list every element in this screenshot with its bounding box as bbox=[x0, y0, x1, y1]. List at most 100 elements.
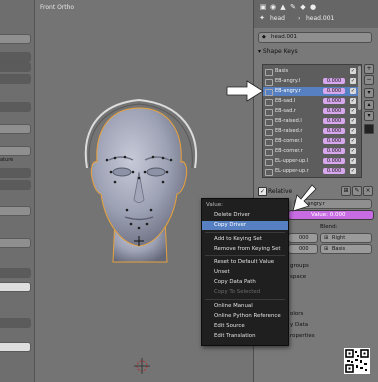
tool-field[interactable] bbox=[0, 52, 31, 62]
tool-field[interactable] bbox=[0, 62, 31, 72]
tool-field[interactable] bbox=[0, 206, 31, 216]
shape-key-name: EB-raised.r bbox=[275, 128, 303, 134]
tool-field[interactable] bbox=[0, 318, 31, 328]
menu-item[interactable]: Add to Keying Set bbox=[202, 235, 288, 244]
tool-field[interactable] bbox=[0, 74, 31, 84]
shape-key-value-field[interactable]: 0.000 bbox=[323, 108, 345, 114]
shape-key-row[interactable]: EB-angry.r 0.000 ✓ bbox=[263, 87, 361, 96]
clear-weights-button[interactable]: × bbox=[363, 186, 373, 196]
shape-key-value-field[interactable]: 0.000 bbox=[323, 158, 345, 164]
panel-label[interactable]: groups bbox=[290, 263, 309, 269]
shape-key-row[interactable]: EB-sad.l 0.000 ✓ bbox=[263, 97, 361, 106]
panel-label[interactable]: space bbox=[290, 274, 306, 280]
mute-checkbox[interactable]: ✓ bbox=[350, 68, 356, 74]
relative-key-field[interactable]: ⊞ Basis bbox=[320, 244, 372, 254]
shape-keys-header[interactable]: ▾ Shape Keys bbox=[258, 48, 298, 55]
tool-label: ature bbox=[0, 157, 14, 163]
menu-item: Copy To Selected bbox=[202, 288, 288, 297]
menu-item[interactable]: Copy Data Path bbox=[202, 278, 288, 287]
mute-checkbox[interactable]: ✓ bbox=[350, 158, 356, 164]
mute-checkbox[interactable]: ✓ bbox=[350, 78, 356, 84]
tool-field[interactable] bbox=[0, 342, 31, 352]
shape-key-value-field[interactable]: 0.000 bbox=[323, 168, 345, 174]
panel-label[interactable]: olors bbox=[290, 311, 303, 317]
panel-label[interactable]: roperties bbox=[290, 333, 315, 339]
remove-shape-key-button[interactable]: − bbox=[364, 75, 374, 85]
tool-field[interactable] bbox=[0, 124, 31, 134]
menu-item[interactable]: Remove from Keying Set bbox=[202, 245, 288, 254]
range-min-field[interactable]: 000 bbox=[288, 233, 318, 243]
world-icon[interactable]: ◉ bbox=[269, 3, 277, 11]
shape-key-value-field[interactable]: 0.000 bbox=[323, 118, 345, 124]
shape-keys-list[interactable]: Basis ✓ EB-angry.l 0.000 ✓ EB-angry.r 0.000 ✓ EB… bbox=[262, 64, 362, 178]
move-down-button[interactable]: ▾ bbox=[364, 111, 374, 121]
mute-checkbox[interactable]: ✓ bbox=[350, 98, 356, 104]
tool-field[interactable] bbox=[0, 168, 31, 178]
mute-checkbox[interactable]: ✓ bbox=[350, 148, 356, 154]
menu-item-label: Copy Data Path bbox=[214, 279, 256, 285]
shape-key-row[interactable]: EB-raised.r 0.000 ✓ bbox=[263, 127, 361, 136]
range-max-field[interactable]: 000 bbox=[288, 244, 318, 254]
shape-key-row[interactable]: EL-upper-up.r 0.000 ✓ bbox=[263, 167, 361, 176]
shape-key-name: EB-angry.r bbox=[275, 88, 301, 94]
tool-field[interactable] bbox=[0, 238, 31, 248]
shape-key-row[interactable]: EB-corner.r 0.000 ✓ bbox=[263, 147, 361, 156]
shape-key-row[interactable]: EL-upper-up.l 0.000 ✓ bbox=[263, 157, 361, 166]
range-max-value: 000 bbox=[299, 246, 309, 252]
shape-key-row[interactable]: EB-angry.l 0.000 ✓ bbox=[263, 77, 361, 86]
shape-key-row[interactable]: Basis ✓ bbox=[263, 67, 361, 76]
move-up-button[interactable]: ▴ bbox=[364, 100, 374, 110]
menu-item[interactable]: Copy Driver bbox=[202, 221, 288, 230]
tool-field[interactable] bbox=[0, 282, 31, 292]
mute-checkbox[interactable]: ✓ bbox=[350, 118, 356, 124]
mute-checkbox[interactable]: ✓ bbox=[350, 128, 356, 134]
menu-item[interactable]: Edit Source bbox=[202, 322, 288, 331]
pin-shape-key-toggle[interactable] bbox=[364, 124, 374, 134]
breadcrumb-object: head bbox=[270, 15, 285, 22]
panel-label[interactable]: y Data bbox=[290, 322, 308, 328]
menu-item[interactable]: Unset bbox=[202, 268, 288, 277]
shape-key-row[interactable]: EB-sad.r 0.000 ✓ bbox=[263, 107, 361, 116]
mesh-data-icon[interactable]: ◆ bbox=[299, 3, 307, 11]
shape-key-row[interactable]: EB-corner.l 0.000 ✓ bbox=[263, 137, 361, 146]
tool-field[interactable] bbox=[0, 102, 31, 112]
camera-icon[interactable]: ▣ bbox=[259, 3, 267, 11]
menu-item[interactable]: Online Python Reference bbox=[202, 312, 288, 321]
menu-item[interactable]: Online Manual bbox=[202, 302, 288, 311]
tool-field[interactable] bbox=[0, 180, 31, 190]
edit-mode-toggle[interactable]: ✎ bbox=[352, 186, 362, 196]
mute-checkbox[interactable]: ✓ bbox=[350, 138, 356, 144]
mesh-datablock-selector[interactable]: ◆ head.001 bbox=[258, 32, 372, 43]
add-shape-key-button[interactable]: + bbox=[364, 64, 374, 74]
relative-checkbox[interactable]: ✓ bbox=[258, 187, 267, 196]
material-icon[interactable]: ● bbox=[309, 3, 317, 11]
pin-icon[interactable]: ✦ bbox=[258, 14, 266, 22]
menu-item[interactable]: Delete Driver bbox=[202, 211, 288, 220]
shape-key-value-field[interactable]: 0.000 bbox=[323, 128, 345, 134]
vertex-group-field[interactable]: ⊞ Right bbox=[320, 233, 372, 243]
list-scrollbar[interactable] bbox=[358, 66, 361, 110]
shape-lock-toggle[interactable]: ⊞ bbox=[341, 186, 351, 196]
tool-field[interactable] bbox=[0, 146, 31, 156]
tool-field[interactable] bbox=[0, 268, 31, 278]
shape-key-value-field[interactable]: 0.000 bbox=[323, 148, 345, 154]
shape-key-value-field[interactable]: 0.000 bbox=[323, 98, 345, 104]
menu-item[interactable]: Reset to Default Value bbox=[202, 258, 288, 267]
menu-item-label: Edit Source bbox=[214, 323, 245, 329]
shape-key-row[interactable]: EB-raised.l 0.000 ✓ bbox=[263, 117, 361, 126]
mute-checkbox[interactable]: ✓ bbox=[350, 108, 356, 114]
shape-key-icon bbox=[265, 109, 273, 116]
tool-field[interactable] bbox=[0, 34, 31, 44]
shape-key-value-field[interactable]: 0.000 bbox=[323, 78, 345, 84]
mute-checkbox[interactable]: ✓ bbox=[350, 168, 356, 174]
object-icon[interactable]: ▲ bbox=[279, 3, 287, 11]
wrench-icon[interactable]: ✎ bbox=[289, 3, 297, 11]
menu-item[interactable]: Edit Translation bbox=[202, 332, 288, 341]
shape-key-name: EB-raised.l bbox=[275, 118, 302, 124]
context-menu: Value: Delete Driver Copy Driver Add to Ke… bbox=[201, 198, 289, 346]
shape-key-value-field[interactable]: 0.000 bbox=[323, 138, 345, 144]
shape-key-value-field[interactable]: 0.000 bbox=[323, 88, 345, 94]
specials-menu-button[interactable]: ▾ bbox=[364, 88, 374, 98]
mute-checkbox[interactable]: ✓ bbox=[350, 88, 356, 94]
menu-item-label: Online Manual bbox=[214, 303, 253, 309]
